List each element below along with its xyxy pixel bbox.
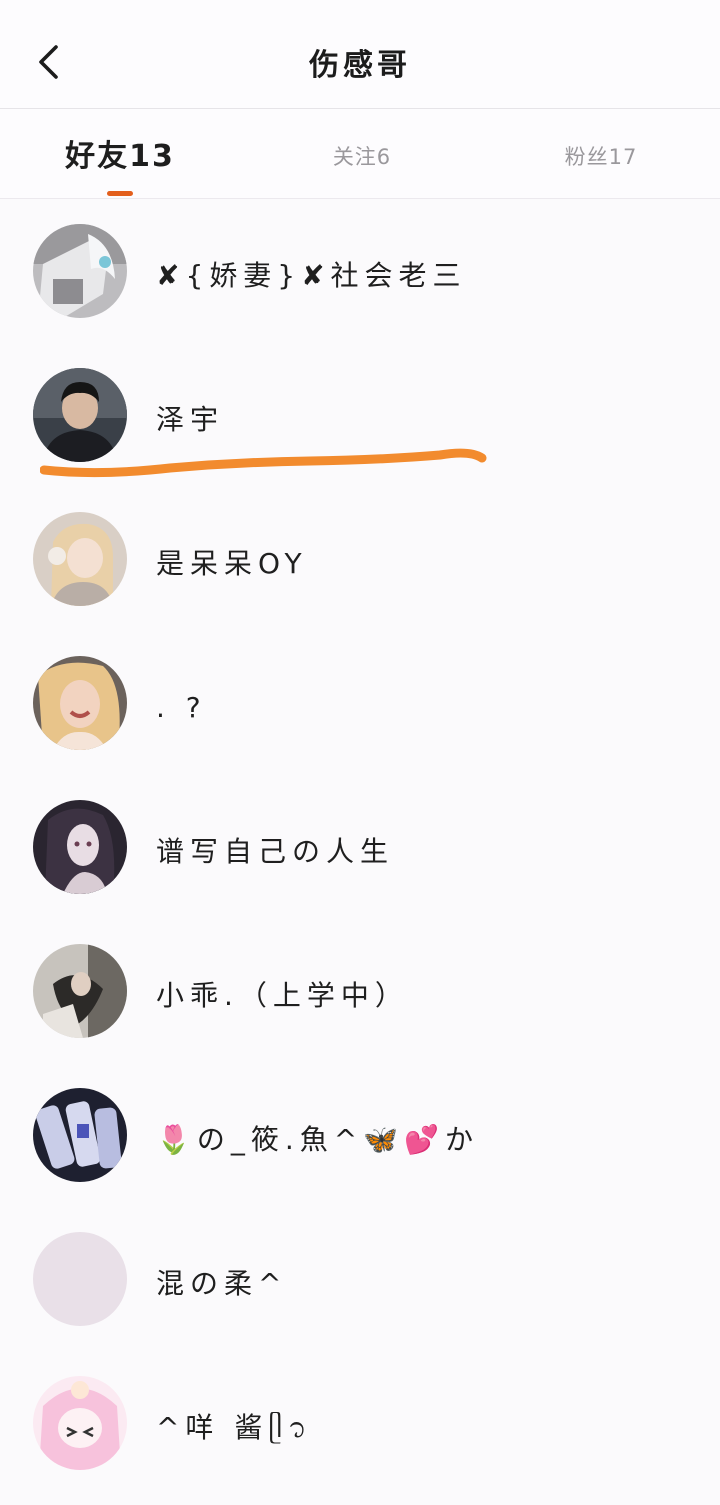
tab-friends[interactable]: 好友13 bbox=[40, 109, 200, 198]
avatar[interactable] bbox=[33, 944, 127, 1038]
list-item[interactable]: . ? bbox=[0, 631, 720, 775]
list-item[interactable]: 🌷の_筱.魚^🦋💕か bbox=[0, 1063, 720, 1207]
friend-name: ✘{娇妻}✘社会老三 bbox=[156, 259, 467, 292]
list-item[interactable]: 谱写自己の人生 bbox=[0, 775, 720, 919]
friend-name: 混の柔^ bbox=[156, 1267, 288, 1300]
friend-name: 小乖.（上学中） bbox=[156, 979, 409, 1012]
tab-following[interactable]: 关注6 bbox=[300, 109, 424, 198]
avatar[interactable] bbox=[33, 656, 127, 750]
active-tab-indicator bbox=[107, 191, 133, 196]
avatar[interactable] bbox=[33, 800, 127, 894]
avatar[interactable] bbox=[33, 512, 127, 606]
friend-list: ✘{娇妻}✘社会老三 泽宇 是呆呆OY . ? 谱写自己の人生 小乖.（上学中）… bbox=[0, 199, 720, 1495]
tab-bar: 好友13 关注6 粉丝17 bbox=[0, 109, 720, 199]
list-item[interactable]: ✘{娇妻}✘社会老三 bbox=[0, 199, 720, 343]
tab-following-label: 关注6 bbox=[332, 145, 392, 169]
top-bar: 伤感哥 bbox=[0, 0, 720, 109]
list-item[interactable]: 混の柔^ bbox=[0, 1207, 720, 1351]
tab-friends-label: 好友13 bbox=[65, 139, 175, 174]
avatar[interactable] bbox=[33, 1376, 127, 1470]
friend-name: 🌷の_筱.魚^🦋💕か bbox=[156, 1123, 479, 1156]
tab-followers[interactable]: 粉丝17 bbox=[536, 109, 666, 198]
avatar[interactable] bbox=[33, 1088, 127, 1182]
list-item[interactable]: 小乖.（上学中） bbox=[0, 919, 720, 1063]
friend-name: 是呆呆OY bbox=[156, 547, 308, 580]
list-item[interactable]: 是呆呆OY bbox=[0, 487, 720, 631]
tab-followers-label: 粉丝17 bbox=[564, 145, 638, 169]
highlight-underline bbox=[40, 448, 487, 478]
list-item[interactable]: ^咩 酱ᥫ᭡ bbox=[0, 1351, 720, 1495]
friend-name: ^咩 酱ᥫ᭡ bbox=[156, 1411, 313, 1444]
friend-name: 谱写自己の人生 bbox=[156, 835, 395, 868]
avatar[interactable] bbox=[33, 224, 127, 318]
friend-name: . ? bbox=[156, 691, 207, 724]
avatar[interactable] bbox=[33, 1232, 127, 1326]
